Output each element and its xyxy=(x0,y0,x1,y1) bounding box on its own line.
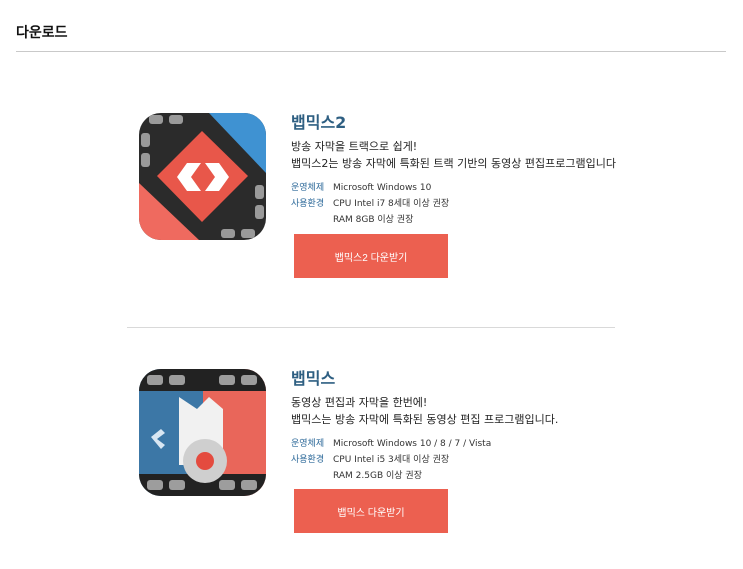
title-divider xyxy=(16,51,726,52)
download-vapmix2-button[interactable]: 뱁믹스2 다운받기 xyxy=(294,234,448,278)
system-requirements: 운영체제 Microsoft Windows 10 사용환경 CPU Intel… xyxy=(291,180,641,228)
product-name: 뱁믹스 xyxy=(291,369,336,388)
spec-value: RAM 2.5GB 이상 권장 xyxy=(333,471,422,481)
spec-label xyxy=(291,468,333,484)
page-title: 다운로드 xyxy=(16,25,68,41)
spec-label xyxy=(291,212,333,228)
system-requirements: 운영체제 Microsoft Windows 10 / 8 / 7 / Vist… xyxy=(291,436,641,484)
spec-value: RAM 8GB 이상 권장 xyxy=(333,215,414,225)
spec-label: 운영체제 xyxy=(291,183,325,193)
download-vapmix-button[interactable]: 뱁믹스 다운받기 xyxy=(294,489,448,533)
product-description: 뱁믹스2는 방송 자막에 특화된 트랙 기반의 동영상 편집프로그램입니다 xyxy=(291,157,616,170)
spec-label: 사용환경 xyxy=(291,455,325,465)
spec-value: Microsoft Windows 10 / 8 / 7 / Vista xyxy=(333,439,492,449)
vapmix2-app-icon xyxy=(139,113,266,240)
spec-value: CPU Intel i7 8세대 이상 권장 xyxy=(333,199,450,209)
product-card-vapmix: 뱁믹스 동영상 편집과 자막을 한번에! 뱁믹스는 방송 자막에 특화된 동영상… xyxy=(139,369,641,533)
spec-label: 사용환경 xyxy=(291,199,325,209)
spec-value: CPU Intel i5 3세대 이상 권장 xyxy=(333,455,450,465)
product-description: 뱁믹스는 방송 자막에 특화된 동영상 편집 프로그램입니다. xyxy=(291,413,559,426)
vapmix-app-icon xyxy=(139,369,266,496)
section-divider xyxy=(127,327,615,328)
product-card-vapmix2: 뱁믹스2 방송 자막을 트랙으로 쉽게! 뱁믹스2는 방송 자막에 특화된 트랙… xyxy=(139,113,641,278)
product-tagline: 방송 자막을 트랙으로 쉽게! xyxy=(291,140,418,153)
product-tagline: 동영상 편집과 자막을 한번에! xyxy=(291,396,428,409)
spec-value: Microsoft Windows 10 xyxy=(333,183,432,193)
spec-label: 운영체제 xyxy=(291,439,325,449)
product-name: 뱁믹스2 xyxy=(291,113,347,132)
